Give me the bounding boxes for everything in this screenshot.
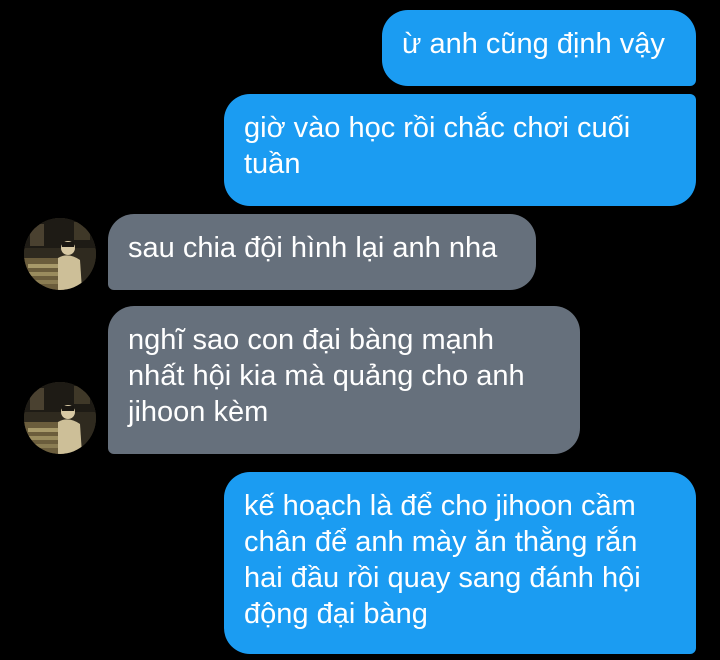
avatar[interactable] [24, 218, 96, 290]
avatar[interactable] [24, 382, 96, 454]
message-bubble-sent[interactable]: giờ vào học rồi chắc chơi cuối tuần [224, 94, 696, 206]
avatar-image [24, 382, 96, 454]
message-bubble-sent[interactable]: kế hoạch là để cho jihoon cầm chân để an… [224, 472, 696, 654]
message-bubble-sent[interactable]: ừ anh cũng định vậy [382, 10, 696, 86]
message-bubble-received[interactable]: nghĩ sao con đại bàng mạnh nhất hội kia … [108, 306, 580, 454]
avatar-image [24, 218, 96, 290]
message-bubble-received[interactable]: sau chia đội hình lại anh nha [108, 214, 536, 290]
